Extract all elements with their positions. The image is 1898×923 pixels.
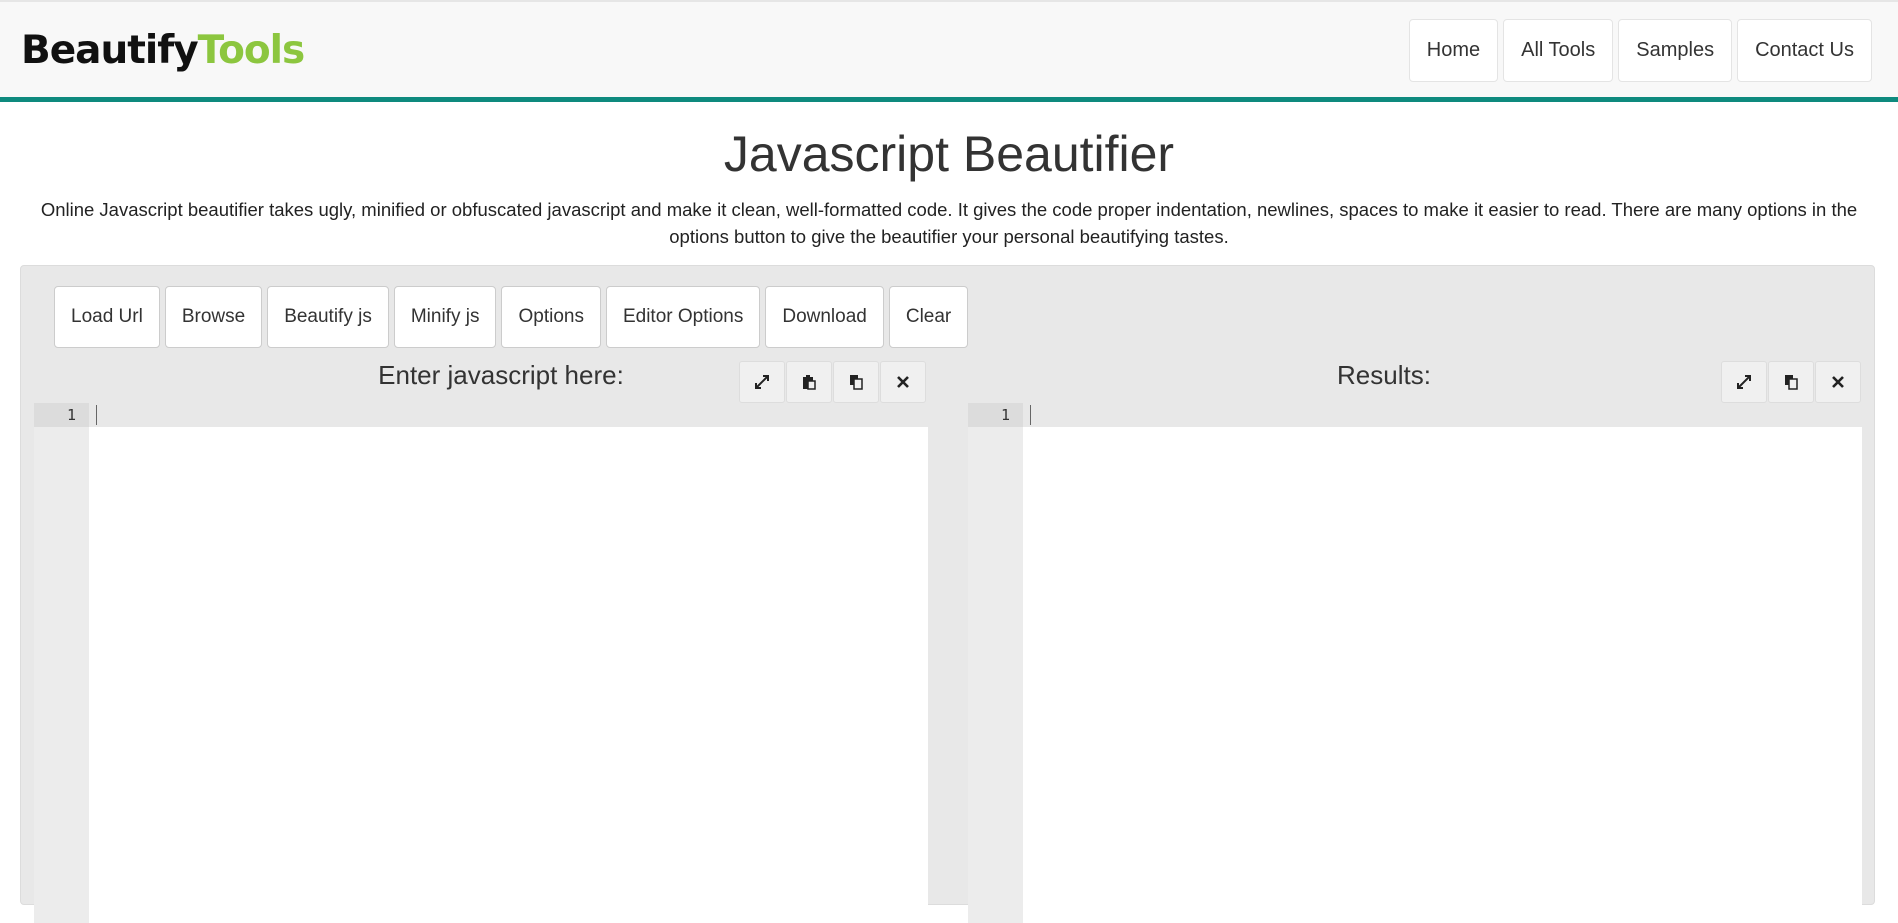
paste-icon	[801, 374, 817, 390]
results-active-line	[968, 403, 1862, 427]
page-title: Javascript Beautifier	[723, 126, 1175, 182]
results-copy-button[interactable]	[1768, 361, 1814, 403]
nav-contact-us-link[interactable]: Contact Us	[1737, 19, 1872, 82]
nav-all-tools-link[interactable]: All Tools	[1503, 19, 1614, 82]
expand-icon	[1736, 374, 1752, 390]
action-toolbar: Load Url Browse Beautify js Minify js Op…	[54, 286, 969, 348]
copy-icon	[848, 374, 864, 390]
clear-button[interactable]: Clear	[888, 286, 969, 348]
close-icon	[1831, 375, 1845, 389]
input-editor-gutter	[34, 403, 89, 923]
input-expand-button[interactable]	[739, 361, 785, 403]
minify-js-button[interactable]: Minify js	[393, 286, 497, 348]
results-editor-heading: Results:	[1337, 360, 1431, 390]
results-line-number: 1	[1000, 406, 1010, 424]
top-navbar: BeautifyTools Home All Tools Samples Con…	[0, 0, 1898, 102]
tool-panel: Load Url Browse Beautify js Minify js Op…	[20, 265, 1875, 923]
input-text-cursor	[96, 405, 97, 425]
brand-logo-part2: Tools	[197, 28, 306, 73]
input-code-editor[interactable]: 1	[34, 403, 928, 923]
download-button[interactable]: Download	[765, 286, 884, 348]
copy-icon	[1783, 374, 1799, 390]
close-icon	[896, 375, 910, 389]
brand-logo[interactable]: BeautifyTools	[21, 28, 306, 74]
browse-button[interactable]: Browse	[164, 286, 263, 348]
editor-options-button[interactable]: Editor Options	[605, 286, 761, 348]
input-paste-button[interactable]	[786, 361, 832, 403]
nav-home-link[interactable]: Home	[1408, 19, 1499, 82]
brand-logo-part1: Beautify	[21, 28, 199, 73]
results-expand-button[interactable]	[1721, 361, 1767, 403]
expand-icon	[754, 374, 770, 390]
input-line-number: 1	[66, 406, 76, 424]
results-close-button[interactable]	[1815, 361, 1861, 403]
input-active-line	[34, 403, 928, 427]
main-nav: Home All Tools Samples Contact Us	[1408, 19, 1872, 82]
input-editor-heading: Enter javascript here:	[378, 360, 624, 390]
page-description: Online Javascript beautifier takes ugly,…	[40, 199, 1858, 247]
results-code-editor[interactable]: 1	[968, 403, 1862, 923]
input-close-button[interactable]	[880, 361, 926, 403]
input-copy-button[interactable]	[833, 361, 879, 403]
load-url-button[interactable]: Load Url	[54, 286, 160, 348]
results-editor-gutter	[968, 403, 1023, 923]
nav-samples-link[interactable]: Samples	[1618, 19, 1733, 82]
results-text-cursor	[1030, 405, 1031, 425]
beautify-js-button[interactable]: Beautify js	[267, 286, 389, 348]
options-button[interactable]: Options	[501, 286, 601, 348]
